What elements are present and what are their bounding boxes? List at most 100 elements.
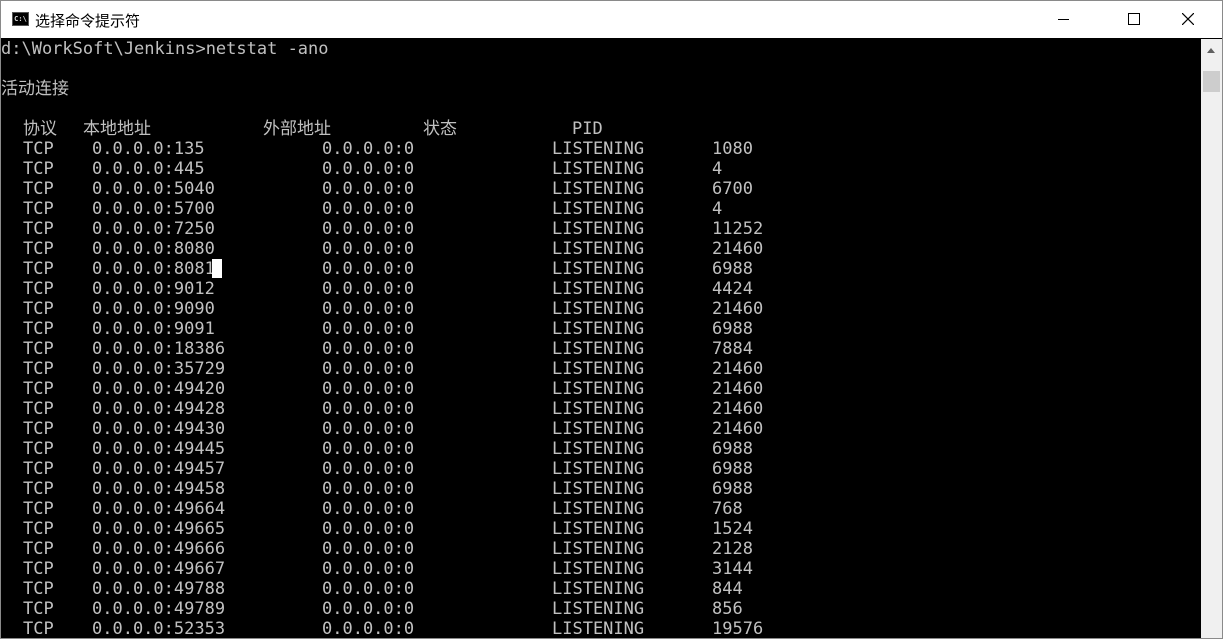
cell-state: LISTENING [552,399,645,419]
cell-foreign-address: 0.0.0.0:0 [322,359,415,379]
cell-foreign-address: 0.0.0.0:0 [322,179,415,199]
cell-pid: 6988 [712,439,753,459]
cell-protocol: TCP [23,559,54,579]
cell-protocol: TCP [23,379,54,399]
cell-pid: 4424 [712,279,753,299]
cell-pid: 6988 [712,479,753,499]
cell-state: LISTENING [552,259,645,279]
cell-pid: 7884 [712,339,753,359]
console-output[interactable]: d:\WorkSoft\Jenkins>netstat -ano 活动连接 协议… [1,39,1201,639]
cell-protocol: TCP [23,219,54,239]
cell-foreign-address: 0.0.0.0:0 [322,219,415,239]
cell-foreign-address: 0.0.0.0:0 [322,259,415,279]
cell-local-address: 0.0.0.0:135 [92,139,205,159]
cell-pid: 4 [712,159,723,179]
cell-local-address: 0.0.0.0:49430 [92,419,226,439]
cell-foreign-address: 0.0.0.0:0 [322,419,415,439]
cell-local-address: 0.0.0.0:8080 [92,239,215,259]
cell-protocol: TCP [23,419,54,439]
cell-local-address: 0.0.0.0:8081 [92,259,215,279]
cell-foreign-address: 0.0.0.0:0 [322,479,415,499]
cell-foreign-address: 0.0.0.0:0 [322,379,415,399]
cell-state: LISTENING [552,619,645,639]
section-title: 活动连接 [1,79,69,99]
cell-pid: 1524 [712,519,753,539]
cell-protocol: TCP [23,359,54,379]
cell-state: LISTENING [552,239,645,259]
cell-local-address: 0.0.0.0:49445 [92,439,226,459]
scroll-thumb[interactable] [1203,71,1220,92]
header-foreign-address: 外部地址 [263,119,331,139]
cell-foreign-address: 0.0.0.0:0 [322,399,415,419]
cell-pid: 1080 [712,139,753,159]
cell-local-address: 0.0.0.0:49420 [92,379,226,399]
cell-local-address: 0.0.0.0:49457 [92,459,226,479]
cell-protocol: TCP [23,199,54,219]
cell-local-address: 0.0.0.0:445 [92,159,205,179]
minimize-button[interactable] [1040,1,1086,38]
cell-foreign-address: 0.0.0.0:0 [322,299,415,319]
cell-local-address: 0.0.0.0:9090 [92,299,215,319]
cell-foreign-address: 0.0.0.0:0 [322,139,415,159]
cell-protocol: TCP [23,599,54,619]
cell-protocol: TCP [23,179,54,199]
cell-protocol: TCP [23,299,54,319]
cell-state: LISTENING [552,559,645,579]
header-pid: PID [572,119,603,139]
cell-local-address: 0.0.0.0:49428 [92,399,226,419]
cell-state: LISTENING [552,139,645,159]
cell-foreign-address: 0.0.0.0:0 [322,159,415,179]
cell-foreign-address: 0.0.0.0:0 [322,339,415,359]
cell-foreign-address: 0.0.0.0:0 [322,619,415,639]
cell-local-address: 0.0.0.0:49665 [92,519,226,539]
header-state: 状态 [423,119,457,139]
title-bar[interactable]: C:\ 选择命令提示符 [1,1,1222,38]
cell-protocol: TCP [23,239,54,259]
cell-pid: 856 [712,599,743,619]
vertical-scrollbar[interactable] [1201,39,1222,638]
maximize-button[interactable] [1111,1,1157,38]
cell-pid: 21460 [712,379,764,399]
cell-protocol: TCP [23,319,54,339]
cell-foreign-address: 0.0.0.0:0 [322,559,415,579]
cell-state: LISTENING [552,179,645,199]
cell-pid: 21460 [712,299,764,319]
cell-pid: 21460 [712,239,764,259]
window-title: 选择命令提示符 [35,13,141,30]
close-button[interactable] [1165,1,1211,38]
cell-state: LISTENING [552,439,645,459]
cell-state: LISTENING [552,339,645,359]
cell-protocol: TCP [23,519,54,539]
cell-local-address: 0.0.0.0:35729 [92,359,226,379]
cell-state: LISTENING [552,419,645,439]
scroll-up-button[interactable] [1201,39,1222,63]
cell-state: LISTENING [552,539,645,559]
cell-local-address: 0.0.0.0:49458 [92,479,226,499]
cell-protocol: TCP [23,579,54,599]
cell-protocol: TCP [23,399,54,419]
cell-foreign-address: 0.0.0.0:0 [322,579,415,599]
cell-state: LISTENING [552,459,645,479]
cell-protocol: TCP [23,619,54,639]
cell-local-address: 0.0.0.0:7250 [92,219,215,239]
cell-state: LISTENING [552,219,645,239]
cell-local-address: 0.0.0.0:52353 [92,619,226,639]
cell-pid: 21460 [712,419,764,439]
cell-foreign-address: 0.0.0.0:0 [322,319,415,339]
cell-local-address: 0.0.0.0:49788 [92,579,226,599]
close-icon [1182,13,1194,25]
cell-foreign-address: 0.0.0.0:0 [322,439,415,459]
cell-foreign-address: 0.0.0.0:0 [322,599,415,619]
cell-local-address: 0.0.0.0:18386 [92,339,226,359]
cell-foreign-address: 0.0.0.0:0 [322,199,415,219]
cell-local-address: 0.0.0.0:49667 [92,559,226,579]
cell-protocol: TCP [23,459,54,479]
cmd-icon[interactable]: C:\ [12,12,29,26]
cell-foreign-address: 0.0.0.0:0 [322,459,415,479]
cell-state: LISTENING [552,499,645,519]
cell-foreign-address: 0.0.0.0:0 [322,239,415,259]
cell-local-address: 0.0.0.0:5700 [92,199,215,219]
cell-foreign-address: 0.0.0.0:0 [322,279,415,299]
table-header: 协议 本地地址 外部地址 状态 PID [1,119,603,139]
cell-protocol: TCP [23,499,54,519]
